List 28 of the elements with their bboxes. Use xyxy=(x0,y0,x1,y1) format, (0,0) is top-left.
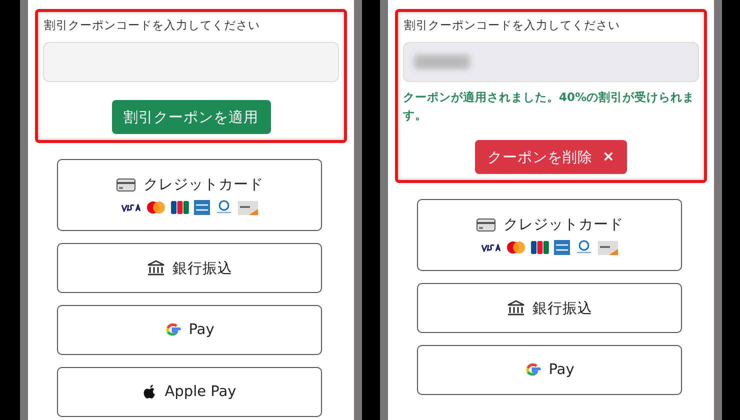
credit-card-button[interactable]: クレジットカード xyxy=(57,159,322,231)
mastercard-logo xyxy=(146,201,166,214)
visa-logo xyxy=(121,204,141,212)
jcb-logo xyxy=(531,241,549,254)
apple-logo-icon xyxy=(142,384,157,400)
jcb-logo xyxy=(171,201,189,214)
coupon-input-field[interactable] xyxy=(403,42,699,82)
coupon-input-field[interactable] xyxy=(43,42,339,82)
google-pay-button[interactable]: Pay xyxy=(57,305,322,355)
blurred-code xyxy=(414,55,470,69)
visa-logo xyxy=(481,244,501,252)
g-logo-icon xyxy=(164,322,181,338)
credit-card-button[interactable]: クレジットカード xyxy=(417,199,682,271)
success-message: クーポンが適用されました。40%の割引が受けられます。 xyxy=(403,89,696,124)
bank-transfer-button[interactable]: 銀行振込 xyxy=(57,243,322,293)
mastercard-logo xyxy=(506,241,526,254)
credit-card-icon xyxy=(116,178,136,192)
google-pay-button[interactable]: Pay xyxy=(417,345,682,395)
bank-icon xyxy=(506,300,524,316)
apple-pay-button[interactable]: Apple Pay xyxy=(57,367,322,417)
apply-coupon-button[interactable]: 割引クーポンを適用 xyxy=(112,100,270,134)
coupon-label: 割引クーポンコードを入力してください xyxy=(404,18,621,33)
credit-card-icon xyxy=(476,218,496,232)
bank-transfer-button[interactable]: 銀行振込 xyxy=(417,283,682,333)
remove-coupon-button[interactable]: クーポンを削除 × xyxy=(475,140,627,174)
bank-icon xyxy=(146,260,164,276)
g-logo-icon xyxy=(524,362,541,378)
coupon-label: 割引クーポンコードを入力してください xyxy=(44,18,261,33)
